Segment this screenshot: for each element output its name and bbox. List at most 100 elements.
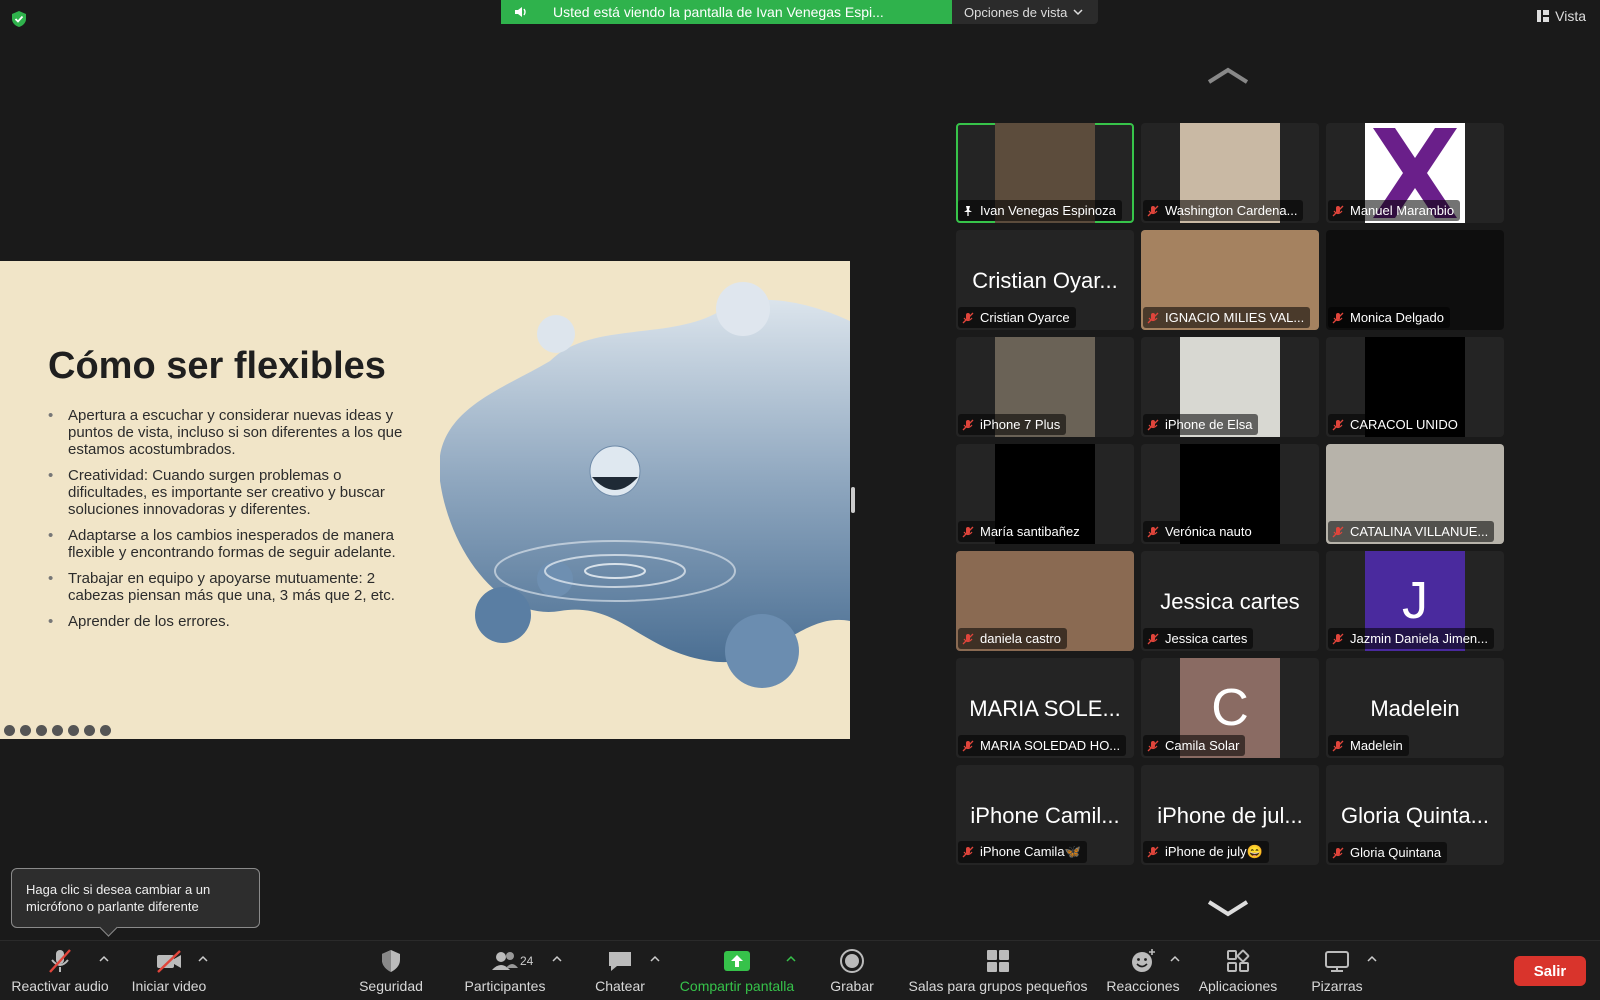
slide-controls[interactable] — [4, 725, 111, 736]
apps-button[interactable]: Aplicaciones — [1190, 941, 1286, 1000]
participant-tile[interactable]: Ivan Venegas Espinoza — [956, 123, 1134, 223]
participant-tile[interactable]: Manuel Marambio — [1326, 123, 1504, 223]
participant-name-label: iPhone de july😄 — [1143, 841, 1269, 863]
participant-tile[interactable]: Jessica cartes Jessica cartes — [1141, 551, 1319, 651]
more-icon[interactable] — [84, 725, 95, 736]
slide-bullet: Creatividad: Cuando surgen problemas o d… — [48, 467, 420, 518]
whiteboards-button[interactable]: Pizarras — [1298, 941, 1376, 1000]
muted-microphone-icon — [962, 526, 974, 537]
participant-name: María santibañez — [980, 524, 1080, 539]
share-screen-label: Compartir pantalla — [679, 978, 795, 994]
participant-display-name: iPhone Camil... — [970, 803, 1120, 828]
view-options-button[interactable]: Opciones de vista — [952, 0, 1098, 24]
zoom-meeting-window: Usted está viendo la pantalla de Ivan Ve… — [0, 0, 1600, 1000]
participants-icon — [492, 952, 518, 970]
participant-name-label: IGNACIO MILIES VAL... — [1143, 307, 1311, 328]
participant-name: CATALINA VILLANUE... — [1350, 524, 1489, 539]
meeting-toolbar: Reactivar audio Iniciar video Seguridad … — [0, 940, 1600, 1000]
participant-tile[interactable]: MARIA SOLE... MARIA SOLEDAD HO... — [956, 658, 1134, 758]
participant-tile[interactable]: María santibañez — [956, 444, 1134, 544]
banner-text: Usted está viendo la pantalla de Ivan Ve… — [553, 4, 884, 20]
participant-name-label: Manuel Marambio — [1328, 200, 1461, 221]
gallery-page-down-icon[interactable] — [1205, 898, 1251, 920]
reactions-caret-icon[interactable] — [1170, 955, 1180, 963]
participant-name-label: Camila Solar — [1143, 735, 1246, 756]
chat-caret-icon[interactable] — [650, 955, 660, 963]
participant-name-label: Cristian Oyarce — [958, 307, 1076, 328]
participant-tile[interactable]: CATALINA VILLANUE... — [1326, 444, 1504, 544]
record-button[interactable]: Grabar — [812, 941, 892, 1000]
participant-name: Manuel Marambio — [1350, 203, 1455, 218]
participants-label: Participantes — [464, 978, 546, 994]
breakout-rooms-button[interactable]: Salas para grupos pequeños — [904, 941, 1092, 1000]
camera-icon[interactable] — [68, 725, 79, 736]
participant-display-name: Cristian Oyar... — [972, 268, 1118, 293]
grid-view-icon — [1537, 10, 1550, 22]
participant-name-label: Monica Delgado — [1328, 307, 1450, 328]
participant-name: Cristian Oyarce — [980, 310, 1070, 325]
unmute-button[interactable]: Reactivar audio — [10, 941, 110, 1000]
start-video-label: Iniciar video — [131, 978, 207, 994]
pen-icon[interactable] — [20, 725, 31, 736]
participant-tile[interactable]: iPhone de jul... iPhone de july😄 — [1141, 765, 1319, 865]
participant-name-label: iPhone 7 Plus — [958, 414, 1067, 435]
participant-name: iPhone 7 Plus — [980, 417, 1061, 432]
muted-microphone-icon — [1147, 312, 1159, 323]
chat-bubble-icon — [609, 952, 631, 971]
participant-tile[interactable]: Verónica nauto — [1141, 444, 1319, 544]
participant-tile[interactable]: iPhone 7 Plus — [956, 337, 1134, 437]
whiteboards-label: Pizarras — [1311, 978, 1363, 994]
participant-display-name: MARIA SOLE... — [969, 696, 1121, 721]
share-caret-icon[interactable] — [786, 955, 796, 963]
video-options-caret-icon[interactable] — [198, 955, 208, 963]
pin-icon — [964, 205, 972, 216]
participant-tile[interactable]: Madelein Madelein — [1326, 658, 1504, 758]
start-video-button[interactable]: Iniciar video — [124, 941, 214, 1000]
audio-options-caret-icon[interactable] — [99, 955, 109, 963]
shared-screen[interactable]: Cómo ser flexibles Apertura a escuchar y… — [0, 261, 850, 739]
participant-name: Washington Cardena... — [1165, 203, 1298, 218]
zoom-icon[interactable] — [36, 725, 47, 736]
participant-tile[interactable]: IGNACIO MILIES VAL... — [1141, 230, 1319, 330]
chat-button[interactable]: Chatear — [580, 941, 660, 1000]
next-slide-icon[interactable] — [100, 725, 111, 736]
participant-tile[interactable]: J Jazmin Daniela Jimen... — [1326, 551, 1504, 651]
slide-bullet: Adaptarse a los cambios inesperados de m… — [48, 527, 420, 561]
security-shield-icon[interactable] — [10, 10, 28, 28]
participant-name-label: Verónica nauto — [1143, 521, 1258, 542]
whiteboards-caret-icon[interactable] — [1367, 955, 1377, 963]
participant-tile[interactable]: daniela castro — [956, 551, 1134, 651]
muted-microphone-icon — [1332, 312, 1344, 323]
participant-tile[interactable]: Gloria Quinta... Gloria Quintana — [1326, 765, 1504, 865]
participant-tile[interactable]: iPhone de Elsa — [1141, 337, 1319, 437]
participant-display-name: iPhone de jul... — [1157, 803, 1303, 828]
prev-slide-icon[interactable] — [4, 725, 15, 736]
split-resize-handle[interactable] — [851, 487, 855, 513]
slide-bullet: Trabajar en equipo y apoyarse mutuamente… — [48, 570, 420, 604]
participant-name: Madelein — [1350, 738, 1403, 753]
view-layout-button[interactable]: Vista — [1537, 8, 1586, 24]
share-screen-button[interactable]: Compartir pantalla — [672, 941, 802, 1000]
participant-tile[interactable]: C Camila Solar — [1141, 658, 1319, 758]
participants-caret-icon[interactable] — [552, 955, 562, 963]
participant-tile[interactable]: iPhone Camil... iPhone Camila🦋 — [956, 765, 1134, 865]
participant-name-label: Washington Cardena... — [1143, 200, 1304, 221]
participant-tile[interactable]: Washington Cardena... — [1141, 123, 1319, 223]
gallery-page-up-icon[interactable] — [1205, 64, 1251, 86]
participant-name: Monica Delgado — [1350, 310, 1444, 325]
participant-name: iPhone Camila🦋 — [980, 844, 1081, 859]
muted-microphone-icon — [962, 633, 974, 644]
captions-icon[interactable] — [52, 725, 63, 736]
participant-tile[interactable]: Monica Delgado — [1326, 230, 1504, 330]
view-options-label: Opciones de vista — [964, 4, 1068, 20]
leave-meeting-button[interactable]: Salir — [1514, 956, 1586, 986]
view-label: Vista — [1555, 8, 1586, 24]
participant-tile[interactable]: Cristian Oyar... Cristian Oyarce — [956, 230, 1134, 330]
whiteboard-icon — [1325, 951, 1349, 972]
security-button[interactable]: Seguridad — [350, 941, 432, 1000]
participant-name-label: Ivan Venegas Espinoza — [958, 200, 1122, 221]
participants-button[interactable]: Participantes — [455, 941, 555, 1000]
participant-tile[interactable]: CARACOL UNIDO — [1326, 337, 1504, 437]
participant-name-label: iPhone Camila🦋 — [958, 841, 1087, 863]
reactions-button[interactable]: Reacciones — [1098, 941, 1188, 1000]
